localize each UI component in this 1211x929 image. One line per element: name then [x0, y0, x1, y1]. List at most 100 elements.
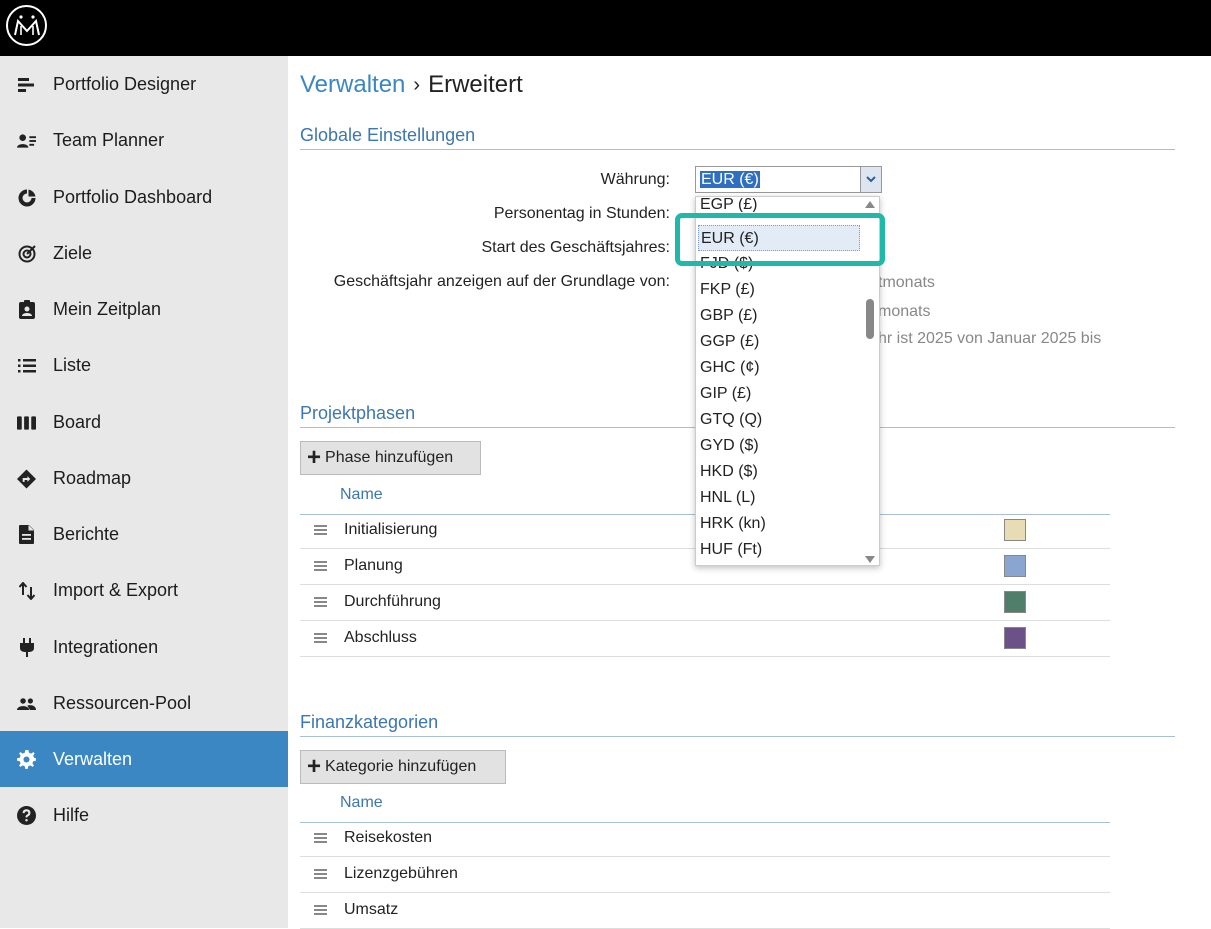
currency-select[interactable]: EUR (€) [695, 166, 882, 193]
phase-color-swatch[interactable] [1004, 555, 1026, 577]
currency-select-value: EUR (€) [700, 171, 760, 188]
sidebar-item-import-export[interactable]: Import & Export [0, 562, 288, 618]
table-row[interactable]: Durchführung [300, 585, 1110, 621]
currency-option-label: GHC (¢) [700, 359, 760, 376]
currency-option[interactable]: GBP (£) [700, 303, 860, 329]
clipboard-user-icon [17, 300, 36, 319]
breadcrumb: Verwalten › Erweitert [300, 71, 523, 99]
drag-handle-icon[interactable] [314, 597, 327, 607]
highlight-annotation [675, 213, 885, 266]
phases-column-name[interactable]: Name [340, 486, 383, 504]
currency-option[interactable]: HKD ($) [700, 459, 860, 485]
sidebar-item-label: Board [53, 411, 102, 432]
sidebar-item-team-planner[interactable]: Team Planner [0, 112, 288, 168]
sidebar-item-label: Import & Export [53, 579, 179, 600]
drag-handle-icon[interactable] [314, 833, 327, 843]
currency-option[interactable]: EGP (£) [700, 198, 860, 212]
drag-handle-icon[interactable] [314, 633, 327, 643]
team-planner-icon [17, 131, 36, 150]
fiscal-option-2-label: monats [878, 303, 931, 320]
currency-option[interactable]: GIP (£) [700, 381, 860, 407]
dashboard-icon [17, 188, 36, 207]
phase-color-swatch[interactable] [1004, 627, 1026, 649]
phase-color-swatch[interactable] [1004, 591, 1026, 613]
sidebar-item-label: Portfolio Dashboard [53, 186, 213, 207]
currency-option[interactable]: GYD ($) [700, 433, 860, 459]
currency-option[interactable]: FKP (£) [700, 277, 860, 303]
add-category-button[interactable]: + Kategorie hinzufügen [300, 750, 506, 784]
main-content: Verwalten › Erweitert Globale Einstellun… [288, 56, 1211, 929]
drag-handle-icon[interactable] [314, 561, 327, 571]
sidebar-item-label: Integrationen [53, 636, 159, 657]
chevron-down-icon[interactable] [860, 167, 881, 192]
finance-title: Finanzkategorien [300, 712, 439, 732]
currency-option[interactable]: HRK (kn) [700, 511, 860, 537]
table-row[interactable]: Umsatz [300, 893, 1110, 929]
add-phase-button[interactable]: + Phase hinzufügen [300, 441, 481, 475]
target-icon [17, 244, 36, 263]
app-logo-icon[interactable] [6, 5, 47, 46]
table-row[interactable]: Lizenzgebühren [300, 857, 1110, 893]
phase-name: Abschluss [344, 629, 417, 646]
scrollbar-thumb[interactable] [866, 299, 874, 339]
portfolio-designer-icon [17, 75, 36, 94]
currency-option-label: FKP (£) [700, 281, 755, 298]
sidebar-item-label: Verwalten [53, 748, 133, 769]
breadcrumb-parent-link[interactable]: Verwalten [300, 71, 405, 99]
document-icon [17, 525, 36, 544]
import-export-icon [17, 581, 36, 600]
currency-option[interactable]: GHC (¢) [700, 355, 860, 381]
finance-column-name[interactable]: Name [340, 794, 383, 812]
currency-option-label: GIP (£) [700, 385, 752, 402]
currency-option[interactable]: HNL (L) [700, 485, 860, 511]
sidebar-item-hilfe[interactable]: Hilfe [0, 787, 288, 843]
plug-icon [17, 638, 36, 657]
scroll-down-arrow-icon[interactable] [865, 556, 875, 563]
people-icon [17, 694, 36, 713]
sidebar-item-board[interactable]: Board [0, 394, 288, 450]
sidebar-item-label: Berichte [53, 523, 120, 544]
top-bar [0, 0, 1211, 56]
breadcrumb-separator: › [413, 73, 421, 96]
table-row[interactable]: Abschluss [300, 621, 1110, 657]
currency-option-label: GTQ (Q) [700, 411, 763, 428]
phase-color-swatch[interactable] [1004, 519, 1026, 541]
currency-option-label: HUF (Ft) [700, 541, 763, 558]
sidebar-item-mein-zeitplan[interactable]: Mein Zeitplan [0, 281, 288, 337]
sidebar-item-verwalten[interactable]: Verwalten [0, 731, 288, 787]
currency-option-label: EGP (£) [700, 198, 758, 212]
sidebar-item-roadmap[interactable]: Roadmap [0, 450, 288, 506]
currency-option[interactable]: HUF (Ft) [700, 537, 860, 563]
scroll-up-arrow-icon[interactable] [865, 201, 875, 208]
fiscal-display-label: Geschäftsjahr anzeigen auf der Grundlage… [333, 273, 670, 290]
sidebar-item-label: Roadmap [53, 467, 132, 488]
page-title: Erweitert [428, 71, 523, 98]
sidebar-item-liste[interactable]: Liste [0, 337, 288, 393]
fiscal-year-note: hr ist 2025 von Januar 2025 bis [878, 330, 1102, 347]
gear-icon [17, 750, 36, 769]
currency-option-label: HKD ($) [700, 463, 758, 480]
fiscal-start-label: Start des Geschäftsjahres: [481, 239, 670, 256]
sidebar-item-portfolio-designer[interactable]: Portfolio Designer [0, 56, 288, 112]
sidebar-item-label: Mein Zeitplan [53, 298, 162, 319]
sidebar-item-integrationen[interactable]: Integrationen [0, 619, 288, 675]
currency-option-label: HNL (L) [700, 489, 756, 506]
phase-name: Planung [344, 557, 403, 574]
currency-option[interactable]: GGP (£) [700, 329, 860, 355]
drag-handle-icon[interactable] [314, 525, 327, 535]
help-icon [17, 806, 36, 825]
category-name: Lizenzgebühren [344, 865, 458, 882]
table-row[interactable]: Reisekosten [300, 821, 1110, 857]
sidebar-item-berichte[interactable]: Berichte [0, 506, 288, 562]
sidebar-item-label: Ziele [53, 242, 93, 263]
sidebar-item-ziele[interactable]: Ziele [0, 225, 288, 281]
list-icon [17, 356, 36, 375]
plus-icon: + [307, 444, 322, 471]
drag-handle-icon[interactable] [314, 905, 327, 915]
currency-option-label: GBP (£) [700, 307, 758, 324]
sidebar-item-ressourcen-pool[interactable]: Ressourcen-Pool [0, 675, 288, 731]
drag-handle-icon[interactable] [314, 869, 327, 879]
currency-option-label: GGP (£) [700, 333, 760, 350]
sidebar-item-portfolio-dashboard[interactable]: Portfolio Dashboard [0, 169, 288, 225]
currency-option[interactable]: GTQ (Q) [700, 407, 860, 433]
